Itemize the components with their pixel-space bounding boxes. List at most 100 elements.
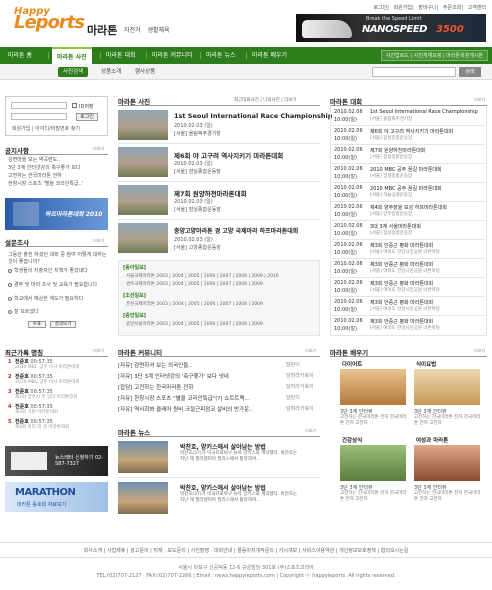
util-signup[interactable]: 회원가입	[394, 5, 412, 11]
community-post[interactable]: [자유] 한창시장 스포츠 "별을 코리안특급"(?) 쇼트트랙...	[118, 394, 250, 402]
race-name[interactable]: 제3회 안중근 평화 마라톤대회	[370, 299, 433, 306]
nav-photo[interactable]: 마라톤 사진	[52, 47, 92, 64]
poll-more[interactable]: 더보기	[93, 238, 104, 244]
nav-learn[interactable]: 마라톤 배우기	[252, 47, 287, 64]
id-input[interactable]	[11, 102, 67, 109]
login-button[interactable]: 로그인	[76, 113, 98, 121]
nav-community[interactable]: 마라톤 커뮤니티	[152, 47, 193, 64]
id-save-checkbox[interactable]	[72, 103, 77, 108]
marathon-club-banner[interactable]: MARATHON 마라톤 동호회 자료보기	[5, 482, 108, 512]
top-banner-ad[interactable]: Break the Speed Limit NANOSPEED 3500	[296, 14, 486, 42]
poll-option[interactable]: 학생들의 지출자인 지책가 좋았네다	[8, 268, 88, 274]
util-order[interactable]: 주문조회	[443, 5, 461, 11]
race-name[interactable]: 2010 MBC 공주 꿈길 마라톤대회	[370, 185, 442, 192]
logo[interactable]: Leports	[14, 12, 85, 33]
vote-button[interactable]: 투표	[28, 321, 46, 328]
news-photo[interactable]	[118, 441, 168, 473]
news-headline[interactable]: 박찬호, 양키스에서 살아남는 방법	[180, 442, 266, 451]
ranking-item[interactable]: 2 전준호 00:57:35 2010 MBC 공주 미사 마라톤대회	[8, 374, 108, 386]
news-photo[interactable]	[118, 482, 168, 514]
learn-photo[interactable]	[340, 369, 406, 405]
tab-event-product[interactable]: 행사상품	[130, 67, 160, 77]
race-name[interactable]: 1st Seoul International Race Championshi…	[370, 109, 478, 115]
race-name[interactable]: 2010 MBC 공주 꿈길 마라톤대회	[370, 166, 442, 173]
poll-option[interactable]: 잘 모르겠다	[8, 309, 39, 315]
race-name[interactable]: 제3회 안중근 평화 마라톤대회	[370, 242, 433, 249]
race-name[interactable]: 제3회 안중근 평화 마라톤대회	[370, 261, 433, 268]
category-bicycle[interactable]: 자전거	[124, 27, 141, 34]
learn-category[interactable]: 건강상식	[342, 436, 362, 444]
learn-subtitle[interactable]: 3단 3계 인터뷰	[340, 484, 373, 491]
half-marathon-banner[interactable]: 하프마라톤대회 2010	[5, 198, 108, 230]
util-login[interactable]: 로그인	[373, 5, 387, 11]
race-photo[interactable]	[118, 223, 168, 253]
upload-links[interactable]: 사진업로드 | 사진게재요청 | 마라톤회원게시판	[380, 50, 488, 61]
learn-category[interactable]: 여성과 마라톤	[416, 436, 448, 444]
race-divider	[332, 315, 485, 316]
learn-category[interactable]: 다이어트	[342, 360, 362, 368]
community-post[interactable]: [자유] 역사회봐 클래어 원비 크절근피점코 살비의 반가운..	[118, 405, 253, 413]
race-name[interactable]: 제3회 안중근 평화 마라톤대회	[370, 318, 433, 325]
race-photo[interactable]	[118, 110, 168, 140]
race-photo[interactable]	[118, 185, 168, 215]
race-name[interactable]: 제6회 야 고구려 역사지키기 마라톤대회	[370, 128, 453, 135]
photo-title[interactable]: 제6회 야 고구려 역사지키기 마라톤대회	[174, 150, 283, 160]
archive-row[interactable]: 서울국제마라톤 2003 | 2004 | 2005 | 2006 | 2007…	[126, 273, 279, 279]
category-sports[interactable]: 생활체육	[147, 27, 169, 34]
notice-item[interactable]: 한창시장 스포츠 '별을 코리안특급..'	[8, 180, 108, 188]
newsletter-banner[interactable]: 뉴스레터 신청하기 02-587-7327	[5, 446, 108, 476]
footer-links[interactable]: 회사소개 | 사업제휴 | 광고문의 | 취재 · 보도문의 | 사진촬영 · …	[0, 542, 492, 558]
ranking-item[interactable]: 3 전준호 00:57:35 제2회 양주시 주 달리 마라톤대회	[8, 389, 108, 401]
notice-item[interactable]: 3단 3계 인터넷강의 축구좋가 보다	[8, 164, 108, 172]
archive-row[interactable]: 춘천국제마라톤 2003 | 2004 | 2005 | 2006 | 2007…	[126, 301, 263, 307]
learn-subtitle[interactable]: 3단 3계 인터뷰	[340, 408, 373, 415]
notice-more[interactable]: 더보기	[93, 146, 104, 152]
archive-row[interactable]: 중앙서울마라톤 2003 | 2004 | 2005 | 2006 | 2007…	[126, 321, 263, 327]
poll-option[interactable]: 경부 및 마라 조사 및 교육가 필요합니다	[8, 282, 97, 288]
util-cart[interactable]: 장바구니	[418, 5, 436, 11]
community-more[interactable]: 더보기	[305, 348, 316, 354]
archive-row[interactable]: 경주국제마라톤 2003 | 2004 | 2005 | 2006 | 2007…	[126, 281, 263, 287]
learn-photo[interactable]	[414, 445, 480, 481]
search-input[interactable]	[372, 67, 456, 77]
nav-race[interactable]: 마라톤 대회	[106, 47, 136, 64]
ranking-item[interactable]: 1 전준호 00:57:35 2010 MBC 공주 미사 마라톤대회	[8, 359, 108, 371]
search-button[interactable]: 검색	[459, 67, 481, 77]
race-name[interactable]: 제3회 안중근 평화 마라톤대회	[370, 280, 433, 287]
photo-title[interactable]: 제7회 원양하천마라톤대회	[174, 188, 247, 198]
community-post[interactable]: [잡담] 고전하는 한국마라톤 전하	[118, 383, 193, 391]
learn-category[interactable]: 식이요법	[416, 360, 436, 368]
race-photo[interactable]	[118, 147, 168, 177]
ranking-item[interactable]: 5 전준호 00:57:35 제4회 마라 대 경 마라톤대회	[8, 419, 108, 431]
poll-option[interactable]: 학교에서 예상한 계도가 필요하다	[8, 296, 83, 302]
ranking-more[interactable]: 더보기	[93, 348, 104, 354]
race-time: 10:00(일)	[334, 155, 357, 161]
password-input[interactable]	[11, 113, 67, 120]
learn-subtitle[interactable]: 3단 3계 인터뷰	[414, 408, 447, 415]
poll-result-button[interactable]: 결과보기	[50, 321, 76, 328]
nav-home[interactable]: 마라톤 홈	[8, 47, 32, 64]
nav-news[interactable]: 마라톤 뉴스	[206, 47, 236, 64]
notice-item[interactable]: 강변마을 보는 역곡련도..	[8, 156, 108, 164]
notice-item[interactable]: 고전하는 한국마라톤 전하	[8, 172, 108, 180]
community-post[interactable]: [자유] 3단 3계 인터넷강의 '축구좋가' 보다 넷네	[118, 372, 229, 380]
learn-subtitle[interactable]: 3단 3계 인터뷰	[414, 484, 447, 491]
news-headline[interactable]: 박찬호, 양키스에서 살아남는 방법	[180, 483, 266, 492]
tab-photo-search[interactable]: 사진검색	[58, 67, 89, 77]
community-post[interactable]: [자유] 감면하셔 보는 외국인들..	[118, 361, 192, 369]
race-name[interactable]: 제7회 원양하천마라톤대회	[370, 147, 425, 154]
races-more[interactable]: 더보기	[474, 97, 485, 103]
race-name[interactable]: 3대 3계 서울마라톤대회	[370, 223, 421, 230]
learn-more[interactable]: 더보기	[474, 348, 485, 354]
race-name[interactable]: 제4회 양주장을 보성 하프마라톤대회	[370, 204, 447, 211]
util-support[interactable]: 고객센터	[468, 5, 486, 11]
login-links[interactable]: 회원가입 | 아이디/비밀번호 찾기	[12, 125, 80, 132]
news-more[interactable]: 더보기	[305, 428, 316, 434]
photos-tabs[interactable]: 최근대회사진 | 나의사진 | 더보기	[234, 97, 297, 103]
ranking-item[interactable]: 4 전준호 00:57:35 제3회 가판 마라톤대회	[8, 404, 108, 416]
photo-title[interactable]: 1st Seoul International Race Championshi…	[174, 112, 332, 120]
learn-photo[interactable]	[414, 369, 480, 405]
learn-photo[interactable]	[340, 445, 406, 481]
photo-title[interactable]: 충양고양마라톤 경 고양 국제마라 하프마라톤대회	[174, 226, 298, 235]
tab-product-intro[interactable]: 상품소개	[96, 67, 126, 77]
